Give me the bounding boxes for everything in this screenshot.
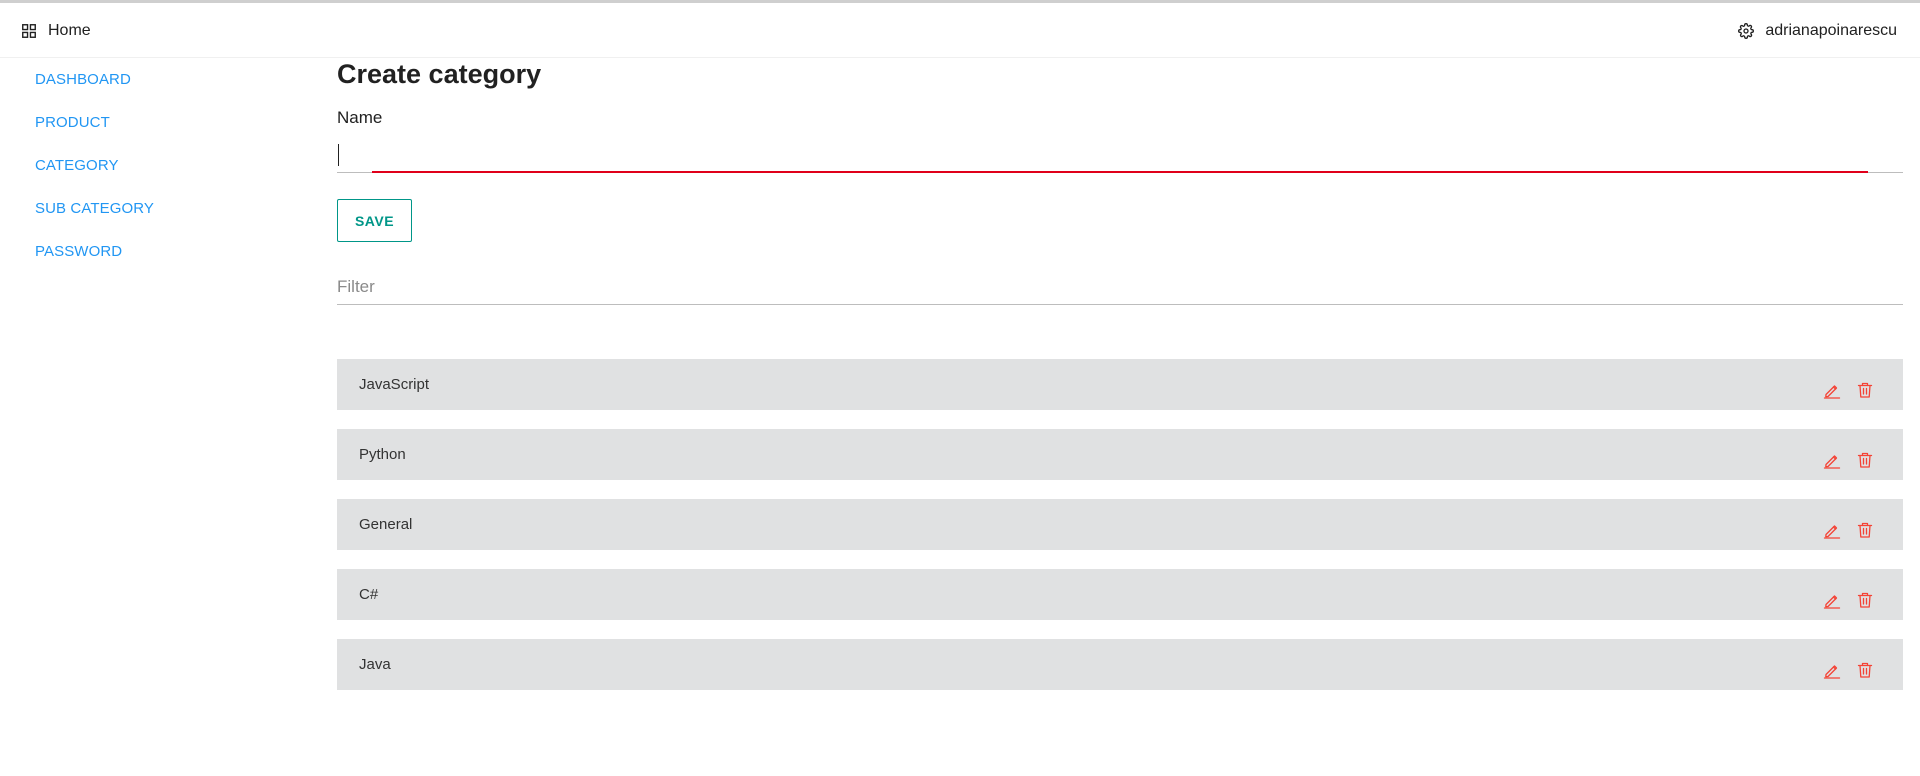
home-link[interactable]: Home (22, 22, 91, 40)
trash-icon[interactable] (1856, 451, 1874, 469)
home-link-label: Home (48, 22, 91, 39)
category-name: Java (359, 656, 391, 673)
sidebar-item-dashboard[interactable]: DASHBOARD (35, 62, 154, 105)
list-item: Java (337, 639, 1903, 690)
text-caret (338, 144, 339, 166)
trash-icon[interactable] (1856, 591, 1874, 609)
save-button[interactable]: SAVE (337, 199, 412, 242)
sidebar-item-sub-category[interactable]: SUB CATEGORY (35, 191, 154, 234)
sidebar-item-password[interactable]: PASSWORD (35, 234, 154, 277)
pencil-icon[interactable] (1823, 381, 1841, 399)
sidebar: DASHBOARD PRODUCT CATEGORY SUB CATEGORY … (35, 62, 154, 277)
username-label: adrianapoinarescu (1765, 22, 1897, 39)
pencil-icon[interactable] (1823, 661, 1841, 679)
name-input[interactable] (337, 138, 1903, 170)
category-name: Python (359, 446, 406, 463)
trash-icon[interactable] (1856, 661, 1874, 679)
list-item: JavaScript (337, 359, 1903, 410)
pencil-icon[interactable] (1823, 451, 1841, 469)
category-name: General (359, 516, 413, 533)
list-item: General (337, 499, 1903, 550)
filter-field-container (337, 272, 1903, 305)
name-field-label: Name (337, 108, 383, 127)
list-item: C# (337, 569, 1903, 620)
pencil-icon[interactable] (1823, 521, 1841, 539)
item-actions (1823, 451, 1874, 469)
grid-icon (22, 24, 36, 38)
pencil-icon[interactable] (1823, 591, 1841, 609)
name-field-container (337, 138, 1903, 173)
trash-icon[interactable] (1856, 381, 1874, 399)
sidebar-item-product[interactable]: PRODUCT (35, 105, 154, 148)
category-list: JavaScript Python General C# Java (337, 359, 1903, 709)
item-actions (1823, 661, 1874, 679)
category-name: JavaScript (359, 376, 430, 393)
item-actions (1823, 521, 1874, 539)
top-navbar: Home adrianapoinarescu (0, 3, 1920, 58)
user-settings-link[interactable]: adrianapoinarescu (1738, 22, 1897, 40)
item-actions (1823, 381, 1874, 399)
category-name: C# (359, 586, 379, 603)
item-actions (1823, 591, 1874, 609)
list-item: Python (337, 429, 1903, 480)
page-title: Create category (337, 59, 542, 89)
filter-input[interactable] (337, 272, 1903, 302)
sidebar-item-category[interactable]: CATEGORY (35, 148, 154, 191)
validation-error-underline (372, 171, 1868, 173)
trash-icon[interactable] (1856, 521, 1874, 539)
gear-icon (1738, 23, 1755, 39)
